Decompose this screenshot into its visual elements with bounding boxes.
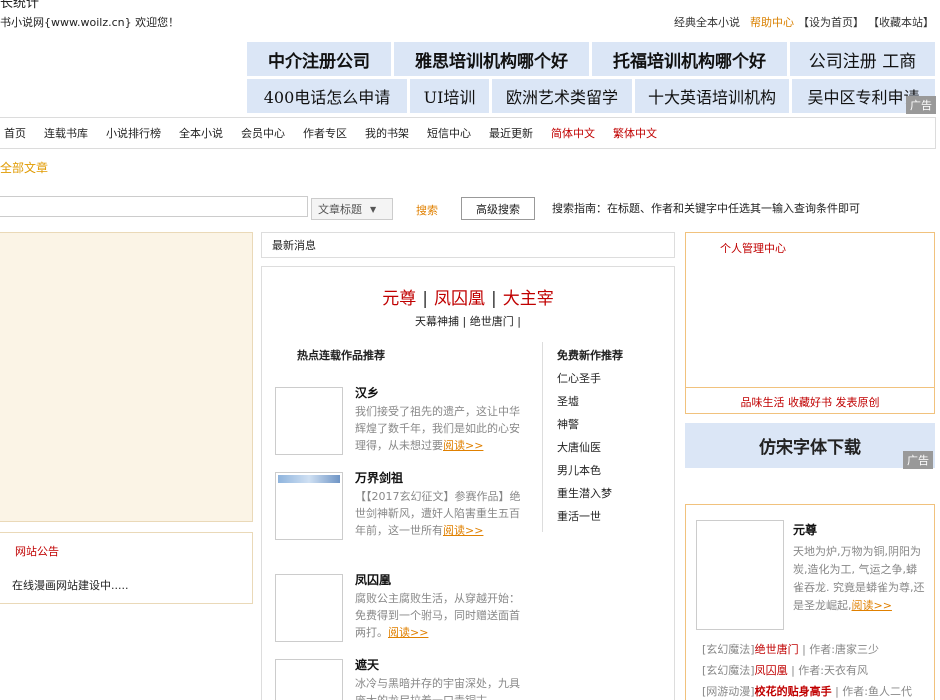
list-item: [玄幻魔法]凤囚凰 | 作者:天衣有风 bbox=[702, 664, 869, 677]
list-item[interactable]: 神警 bbox=[557, 418, 579, 431]
divider bbox=[542, 342, 543, 532]
site-title: 长统计 bbox=[0, 0, 40, 11]
read-more-link[interactable]: 阅读>> bbox=[388, 626, 428, 639]
help-center-link[interactable]: 帮助中心 bbox=[750, 14, 794, 30]
book-cover[interactable] bbox=[696, 520, 784, 630]
book-cover[interactable] bbox=[275, 387, 343, 455]
nav-home[interactable]: 首页 bbox=[4, 125, 26, 141]
read-more-link[interactable]: 阅读>> bbox=[443, 524, 483, 537]
hot-section-title: 热点连载作品推荐 bbox=[297, 349, 385, 362]
ad-link[interactable]: 欧洲艺术类留学 bbox=[492, 79, 632, 113]
book-title[interactable]: 凤囚凰 bbox=[355, 571, 391, 588]
book-title[interactable]: 万界剑祖 bbox=[355, 469, 403, 486]
font-download-ad[interactable]: 仿宋字体下载 bbox=[685, 423, 935, 468]
book-description: 腐败公主腐败生活，从穿越开始：免费得到一个驸马，同时赠送面首两打。阅读>> bbox=[355, 592, 520, 639]
left-panel bbox=[0, 232, 253, 522]
advanced-search-button[interactable]: 高级搜索 bbox=[461, 197, 535, 220]
featured-link[interactable]: 元尊 bbox=[382, 289, 416, 309]
separator: | bbox=[422, 289, 428, 309]
book-description: 我们接受了祖先的遗产，这让中华辉煌了数千年，我们是如此的心安理得，从未想过要阅读… bbox=[355, 405, 520, 452]
search-field-select[interactable]: 文章标题 ▼ bbox=[311, 198, 393, 220]
nav-messages[interactable]: 短信中心 bbox=[427, 125, 471, 141]
book-list: [玄幻魔法]绝世唐门 | 作者:唐家三少 [玄幻魔法]凤囚凰 | 作者:天衣有风… bbox=[702, 641, 912, 700]
book-description: 冰冷与黑暗并存的宇宙深处，九具庞大的龙尸拉着一口青铜古 bbox=[355, 677, 520, 700]
ad-badge: 广告 bbox=[903, 451, 933, 469]
book-cover[interactable] bbox=[275, 659, 343, 700]
ad-link[interactable]: 400电话怎么申请 bbox=[247, 79, 407, 113]
book-cover[interactable] bbox=[275, 472, 343, 540]
read-more-link[interactable]: 阅读>> bbox=[852, 599, 892, 612]
search-input[interactable] bbox=[0, 196, 308, 217]
nav-my-bookshelf[interactable]: 我的书架 bbox=[365, 125, 409, 141]
chevron-down-icon: ▼ bbox=[370, 204, 377, 214]
list-item[interactable]: 大唐仙医 bbox=[557, 441, 601, 454]
user-center-panel: 个人管理中心 品味生活 收藏好书 发表原创 bbox=[685, 232, 935, 414]
book-cover[interactable] bbox=[275, 574, 343, 642]
news-header: 最新消息 bbox=[261, 232, 675, 258]
search-field-value: 文章标题 bbox=[318, 203, 362, 216]
nav-complete-novels[interactable]: 全本小说 bbox=[179, 125, 223, 141]
read-more-link[interactable]: 阅读>> bbox=[443, 439, 483, 452]
search-guide: 搜索指南：在标题、作者和关键字中任选其一输入查询条件即可 bbox=[552, 202, 860, 215]
book-link[interactable]: 凤囚凰 bbox=[755, 664, 788, 677]
ad-link[interactable]: 托福培训机构哪个好 bbox=[592, 42, 787, 76]
welcome-text: 书小说网{www.woilz.cn} 欢迎您！ bbox=[0, 16, 180, 29]
side-book-panel: 元尊 天地为炉,万物为铜,阴阳为炭,造化为工, 气运之争,蟒雀吞龙. 究竟是蟒雀… bbox=[685, 504, 935, 700]
breadcrumb[interactable]: 全部文章 bbox=[0, 159, 48, 176]
ad-link[interactable]: 十大英语培训机构 bbox=[635, 79, 789, 113]
separator: | bbox=[491, 289, 497, 309]
book-link[interactable]: 校花的贴身高手 bbox=[755, 685, 832, 698]
notice-title: 网站公告 bbox=[15, 545, 59, 558]
notice-panel: 网站公告 在线漫画网站建设中..... bbox=[0, 532, 253, 604]
book-description: 【【2017玄幻征文】参赛作品】绝世剑神靳风，遭奸人陷害重生五百年前，这一世所有… bbox=[355, 490, 521, 537]
list-item[interactable]: 圣墟 bbox=[557, 395, 579, 408]
nav-simplified[interactable]: 简体中文 bbox=[551, 125, 595, 141]
list-item[interactable]: 重活一世 bbox=[557, 510, 601, 523]
list-item: [网游动漫]校花的贴身高手 | 作者:鱼人二代 bbox=[702, 685, 913, 698]
new-recommend-list: 仁心圣手 圣墟 神警 大唐仙医 男儿本色 重生潜入梦 重活一世 bbox=[557, 370, 612, 531]
featured-titles: 元尊 | 凤囚凰 | 大主宰 bbox=[261, 284, 675, 309]
nav-serial-library[interactable]: 连载书库 bbox=[44, 125, 88, 141]
featured-subtitles[interactable]: 天幕神捕 | 绝世唐门 | bbox=[261, 313, 675, 329]
ad-badge: 广告 bbox=[906, 96, 936, 114]
set-homepage-link[interactable]: 【设为首页】 bbox=[798, 14, 864, 30]
ad-link[interactable]: UI培训 bbox=[410, 79, 489, 113]
search-button[interactable]: 搜索 bbox=[416, 202, 438, 218]
nav-latest-updates[interactable]: 最近更新 bbox=[489, 125, 533, 141]
user-center-footer: 品味生活 收藏好书 发表原创 bbox=[740, 396, 880, 409]
featured-link[interactable]: 凤囚凰 bbox=[434, 289, 485, 309]
nav-author-zone[interactable]: 作者专区 bbox=[303, 125, 347, 141]
nav-member-center[interactable]: 会员中心 bbox=[241, 125, 285, 141]
top-links: 经典全本小说 帮助中心 【设为首页】 【收藏本站】 bbox=[674, 14, 934, 30]
book-title[interactable]: 汉乡 bbox=[355, 384, 379, 401]
list-item: [玄幻魔法]绝世唐门 | 作者:唐家三少 bbox=[702, 643, 880, 656]
main-nav: 首页 连载书库 小说排行榜 全本小说 会员中心 作者专区 我的书架 短信中心 最… bbox=[0, 117, 936, 149]
classic-novels-link[interactable]: 经典全本小说 bbox=[674, 14, 740, 30]
user-center-title[interactable]: 个人管理中心 bbox=[720, 240, 786, 256]
divider bbox=[686, 387, 934, 388]
book-link[interactable]: 绝世唐门 bbox=[755, 643, 799, 656]
book-description: 天地为炉,万物为铜,阴阳为炭,造化为工, 气运之争,蟒雀吞龙. 究竟是蟒雀为尊,… bbox=[793, 545, 925, 612]
ad-link[interactable]: 雅思培训机构哪个好 bbox=[394, 42, 589, 76]
featured-link[interactable]: 大主宰 bbox=[503, 289, 554, 309]
notice-text[interactable]: 在线漫画网站建设中..... bbox=[12, 577, 128, 593]
ad-link[interactable]: 中介注册公司 bbox=[247, 42, 391, 76]
new-section-title: 免费新作推荐 bbox=[557, 349, 623, 362]
nav-traditional[interactable]: 繁体中文 bbox=[613, 125, 657, 141]
ad-link[interactable]: 公司注册 工商 bbox=[790, 42, 935, 76]
list-item[interactable]: 仁心圣手 bbox=[557, 372, 601, 385]
list-item[interactable]: 男儿本色 bbox=[557, 464, 601, 477]
bookmark-site-link[interactable]: 【收藏本站】 bbox=[868, 14, 934, 30]
ad-grid: 中介注册公司 雅思培训机构哪个好 托福培训机构哪个好 公司注册 工商 400电话… bbox=[247, 42, 935, 114]
list-item[interactable]: 重生潜入梦 bbox=[557, 487, 612, 500]
book-title[interactable]: 遮天 bbox=[355, 656, 379, 673]
book-title[interactable]: 元尊 bbox=[793, 521, 817, 538]
nav-ranking[interactable]: 小说排行榜 bbox=[106, 125, 161, 141]
